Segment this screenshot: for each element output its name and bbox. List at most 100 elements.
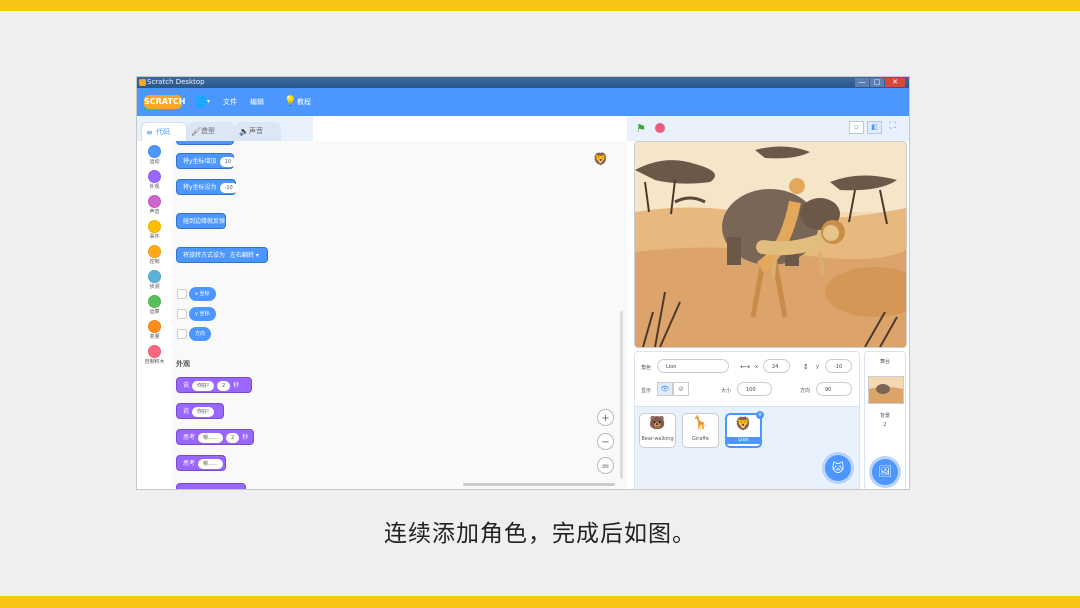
globe-icon[interactable]: 🌐: [194, 88, 208, 116]
size-input[interactable]: 100: [737, 382, 772, 396]
x-input[interactable]: 24: [763, 359, 790, 373]
block-change-y[interactable]: 将y坐标增加 10: [176, 153, 236, 169]
category-motion[interactable]: 运动: [137, 145, 172, 166]
category-sensing[interactable]: 侦测: [137, 270, 172, 291]
category-operators[interactable]: 运算: [137, 295, 172, 316]
stage-canvas[interactable]: [634, 141, 907, 348]
maximize-button[interactable]: □: [870, 78, 884, 87]
sprite-thumb-label: Giraffe: [692, 436, 709, 442]
block-input[interactable]: -10: [219, 182, 238, 193]
category-label: 声音: [149, 209, 160, 215]
reporter-direction[interactable]: 方向: [189, 327, 212, 341]
bottom-accent-bar: [0, 596, 1080, 608]
show-eye-icon[interactable]: 👁: [657, 382, 673, 396]
window-title: Scratch Desktop: [147, 78, 205, 86]
checkbox[interactable]: [177, 329, 187, 339]
menu-bar: SCRATCH 🌐 ▾ 文件 编辑 💡 教程: [137, 88, 909, 116]
minimize-button[interactable]: —: [855, 78, 869, 87]
category-label: 自制积木: [144, 359, 165, 365]
checkbox[interactable]: [177, 289, 187, 299]
lion-icon: 🦁: [735, 417, 752, 432]
reporter-y-position[interactable]: y 坐标: [189, 307, 216, 321]
menu-edit[interactable]: 编辑: [250, 88, 264, 116]
block-text: 思考: [183, 434, 196, 441]
category-control[interactable]: 控制: [137, 245, 172, 266]
category-variables[interactable]: 变量: [137, 320, 172, 341]
zoom-reset-button[interactable]: =: [597, 457, 614, 474]
scratch-logo[interactable]: SCRATCH: [144, 95, 185, 109]
workspace-scrollbar-horizontal[interactable]: [463, 483, 615, 486]
close-button[interactable]: ✕: [885, 78, 905, 87]
sprite-thumb-label: Lion: [726, 437, 761, 444]
sprite-name-input[interactable]: Lion: [657, 359, 729, 373]
tab-costumes[interactable]: 🖌 造型: [187, 122, 235, 141]
tab-sounds[interactable]: 🔈 声音: [235, 122, 281, 141]
block-input[interactable]: 2: [226, 432, 240, 443]
zoom-in-button[interactable]: +: [597, 409, 614, 426]
sprite-thumb-giraffe[interactable]: 🦒 Giraffe: [682, 413, 719, 448]
rotation-dropdown[interactable]: 左右翻转 ▾: [230, 252, 259, 259]
chevron-down-icon[interactable]: ▾: [207, 88, 210, 116]
sprite-info-panel: 角色 Lion ⟷ x 24 ↕ y -10 显示 👁 ⊘ 大小 100 方向 …: [634, 351, 860, 408]
menu-tutorials[interactable]: 教程: [297, 88, 311, 116]
add-sprite-button[interactable]: 🐱: [825, 455, 851, 481]
code-workspace[interactable]: 🦁 + − =: [313, 141, 627, 489]
bear-icon: 🐻: [649, 416, 666, 431]
giraffe-icon: 🦒: [692, 416, 709, 431]
category-dot: [148, 295, 161, 308]
block-think[interactable]: 思考 嗯……: [176, 455, 226, 471]
app-icon: [139, 79, 146, 86]
zoom-out-button[interactable]: −: [597, 433, 614, 450]
direction-label: 方向: [800, 388, 811, 394]
small-stage-button[interactable]: ▫: [849, 121, 864, 134]
block-text: 说: [183, 382, 190, 389]
stage-target-panel[interactable]: 舞台 背景 2 🖼: [864, 351, 906, 489]
menu-file[interactable]: 文件: [223, 88, 237, 116]
block-think-for-secs[interactable]: 思考 嗯…… 2 秒: [176, 429, 254, 445]
category-sound[interactable]: 声音: [137, 195, 172, 216]
checkbox[interactable]: [177, 309, 187, 319]
block-input[interactable]: 嗯……: [198, 458, 224, 469]
tab-label: 声音: [249, 127, 263, 135]
category-label: 侦测: [149, 284, 160, 290]
block-input[interactable]: 你好!: [192, 406, 215, 417]
hide-eye-icon[interactable]: ⊘: [673, 382, 689, 396]
block-input[interactable]: 2: [217, 380, 231, 391]
fullscreen-icon[interactable]: ⛶: [885, 121, 900, 134]
category-events[interactable]: 事件: [137, 220, 172, 241]
block-rotation-style[interactable]: 将旋转方式设为 左右翻转 ▾: [176, 247, 268, 263]
block-input[interactable]: 嗯……: [198, 432, 224, 443]
block-say-for-secs[interactable]: 说你好! 2 秒: [176, 377, 252, 393]
stop-button[interactable]: [655, 123, 665, 133]
lightbulb-icon[interactable]: 💡: [284, 96, 296, 107]
workspace-scrollbar-vertical[interactable]: [620, 311, 623, 479]
sprite-thumb-bear[interactable]: 🐻 Bear-walking: [639, 413, 676, 448]
y-input[interactable]: -10: [825, 359, 852, 373]
category-my-blocks[interactable]: 自制积木: [137, 345, 172, 366]
delete-sprite-icon[interactable]: ×: [756, 411, 764, 419]
show-label: 显示: [641, 388, 652, 394]
block-input[interactable]: 10: [219, 156, 236, 167]
large-stage-button[interactable]: ◧: [867, 121, 882, 134]
reporter-x-position[interactable]: x 坐标: [189, 287, 216, 301]
savanna-scene: [635, 142, 906, 347]
sprite-thumb-lion[interactable]: × 🦁 Lion: [725, 411, 764, 448]
backdrop-thumbnail[interactable]: [868, 376, 904, 404]
category-dot: [148, 195, 161, 208]
block-set-y[interactable]: 将y坐标设为 -10: [176, 179, 238, 195]
block-input[interactable]: 你好!: [192, 380, 215, 391]
category-looks[interactable]: 外观: [137, 170, 172, 191]
stage-header: ⚑ ▫ ◧ ⛶: [627, 116, 909, 141]
direction-input[interactable]: 90: [816, 382, 852, 396]
green-flag-icon[interactable]: ⚑: [636, 122, 646, 135]
block-partial[interactable]: [176, 483, 246, 489]
block-say[interactable]: 说你好!: [176, 403, 224, 419]
category-dot: [148, 170, 161, 183]
block-bounce[interactable]: 碰到边缘就反弹: [176, 213, 226, 229]
block-partial[interactable]: [176, 141, 234, 145]
category-label: 控制: [149, 259, 160, 265]
add-backdrop-button[interactable]: 🖼: [872, 459, 898, 485]
tab-code[interactable]: ≡ 代码: [141, 122, 187, 141]
category-dot: [148, 270, 161, 283]
category-dot: [148, 220, 161, 233]
